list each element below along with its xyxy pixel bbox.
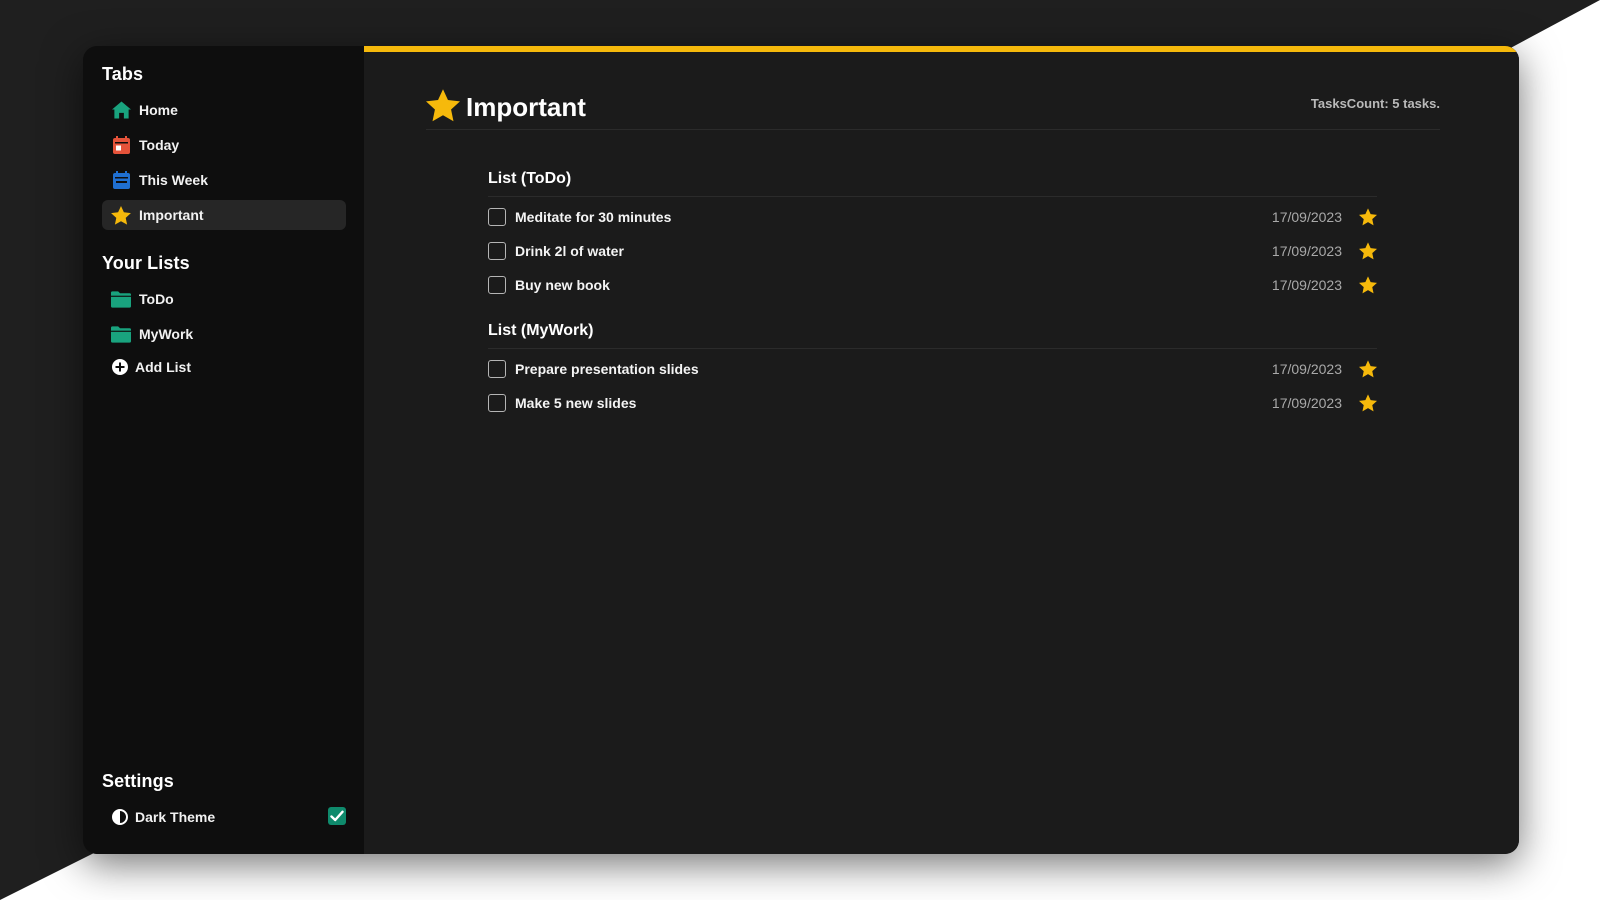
task-label: Meditate for 30 minutes <box>515 209 672 225</box>
star-icon[interactable] <box>1359 208 1377 226</box>
page-header: Important TasksCount: 5 tasks. <box>426 86 1440 130</box>
task-checkbox[interactable] <box>488 276 506 294</box>
sidebar-item-this-week[interactable]: This Week <box>102 165 346 195</box>
tasks-count: TasksCount: 5 tasks. <box>1310 96 1440 111</box>
task-date: 17/09/2023 <box>1271 361 1342 377</box>
task-checkbox[interactable] <box>488 208 506 226</box>
star-icon[interactable] <box>1359 360 1377 378</box>
sidebar-item-mywork[interactable]: MyWork <box>102 319 346 349</box>
task-row: Drink 2l of water 17/09/2023 <box>488 234 1377 268</box>
task-date: 17/09/2023 <box>1271 209 1342 225</box>
star-icon[interactable] <box>1359 242 1377 260</box>
task-row: Meditate for 30 minutes 17/09/2023 <box>488 200 1377 234</box>
sidebar-item-today[interactable]: Today <box>102 130 346 160</box>
task-checkbox[interactable] <box>488 360 506 378</box>
task-label: Prepare presentation slides <box>515 361 699 377</box>
sidebar-item-label: Today <box>139 137 180 153</box>
task-date: 17/09/2023 <box>1271 243 1342 259</box>
task-date: 17/09/2023 <box>1271 395 1342 411</box>
task-row: Make 5 new slides 17/09/2023 <box>488 386 1377 420</box>
main-panel: Important TasksCount: 5 tasks. List (ToD… <box>364 46 1519 854</box>
group-title: List (MyWork) <box>488 322 1377 349</box>
dark-theme-checkbox[interactable] <box>328 807 346 825</box>
task-checkbox[interactable] <box>488 394 506 412</box>
sidebar-item-todo[interactable]: ToDo <box>102 284 346 314</box>
add-list-button[interactable]: Add List <box>102 352 346 382</box>
star-icon[interactable] <box>1359 394 1377 412</box>
calendar-week-icon <box>111 170 131 190</box>
sidebar-item-home[interactable]: Home <box>102 95 346 125</box>
task-label: Buy new book <box>515 277 610 293</box>
folder-icon <box>111 324 131 344</box>
task-checkbox[interactable] <box>488 242 506 260</box>
calendar-today-icon <box>111 135 131 155</box>
sidebar-item-label: This Week <box>139 172 208 188</box>
task-date: 17/09/2023 <box>1271 277 1342 293</box>
accent-bar <box>364 46 1519 52</box>
contrast-icon <box>111 807 129 827</box>
task-label: Drink 2l of water <box>515 243 624 259</box>
task-row: Prepare presentation slides 17/09/2023 <box>488 352 1377 386</box>
task-label: Make 5 new slides <box>515 395 637 411</box>
group-title: List (ToDo) <box>488 170 1377 197</box>
star-icon <box>426 88 460 127</box>
folder-icon <box>111 289 131 309</box>
add-list-label: Add List <box>135 359 191 375</box>
sidebar: Tabs Home Today This Week Important Your… <box>83 46 364 854</box>
task-group-mywork: List (MyWork) Prepare presentation slide… <box>488 322 1377 420</box>
sidebar-item-label: Important <box>139 207 204 223</box>
lists-nav: ToDo MyWork Add List <box>102 284 346 382</box>
star-icon[interactable] <box>1359 276 1377 294</box>
task-groups: List (ToDo) Meditate for 30 minutes 17/0… <box>488 170 1377 440</box>
dark-theme-row: Dark Theme <box>102 802 346 832</box>
settings-heading: Settings <box>102 771 174 791</box>
plus-circle-icon <box>111 357 129 377</box>
tabs-nav: Home Today This Week Important <box>102 95 346 230</box>
sidebar-item-label: MyWork <box>139 326 194 342</box>
star-icon <box>111 205 131 225</box>
app-window: Tabs Home Today This Week Important Your… <box>83 46 1519 854</box>
task-group-todo: List (ToDo) Meditate for 30 minutes 17/0… <box>488 170 1377 302</box>
home-icon <box>111 100 131 120</box>
dark-theme-label: Dark Theme <box>135 809 216 825</box>
page-title: Important <box>466 92 586 122</box>
sidebar-item-important[interactable]: Important <box>102 200 346 230</box>
sidebar-item-label: Home <box>139 102 178 118</box>
your-lists-heading: Your Lists <box>102 253 190 273</box>
sidebar-item-label: ToDo <box>139 291 174 307</box>
tabs-heading: Tabs <box>102 64 144 84</box>
checkmark-icon <box>330 810 344 822</box>
task-row: Buy new book 17/09/2023 <box>488 268 1377 302</box>
settings-section: Settings Dark Theme <box>102 771 346 854</box>
